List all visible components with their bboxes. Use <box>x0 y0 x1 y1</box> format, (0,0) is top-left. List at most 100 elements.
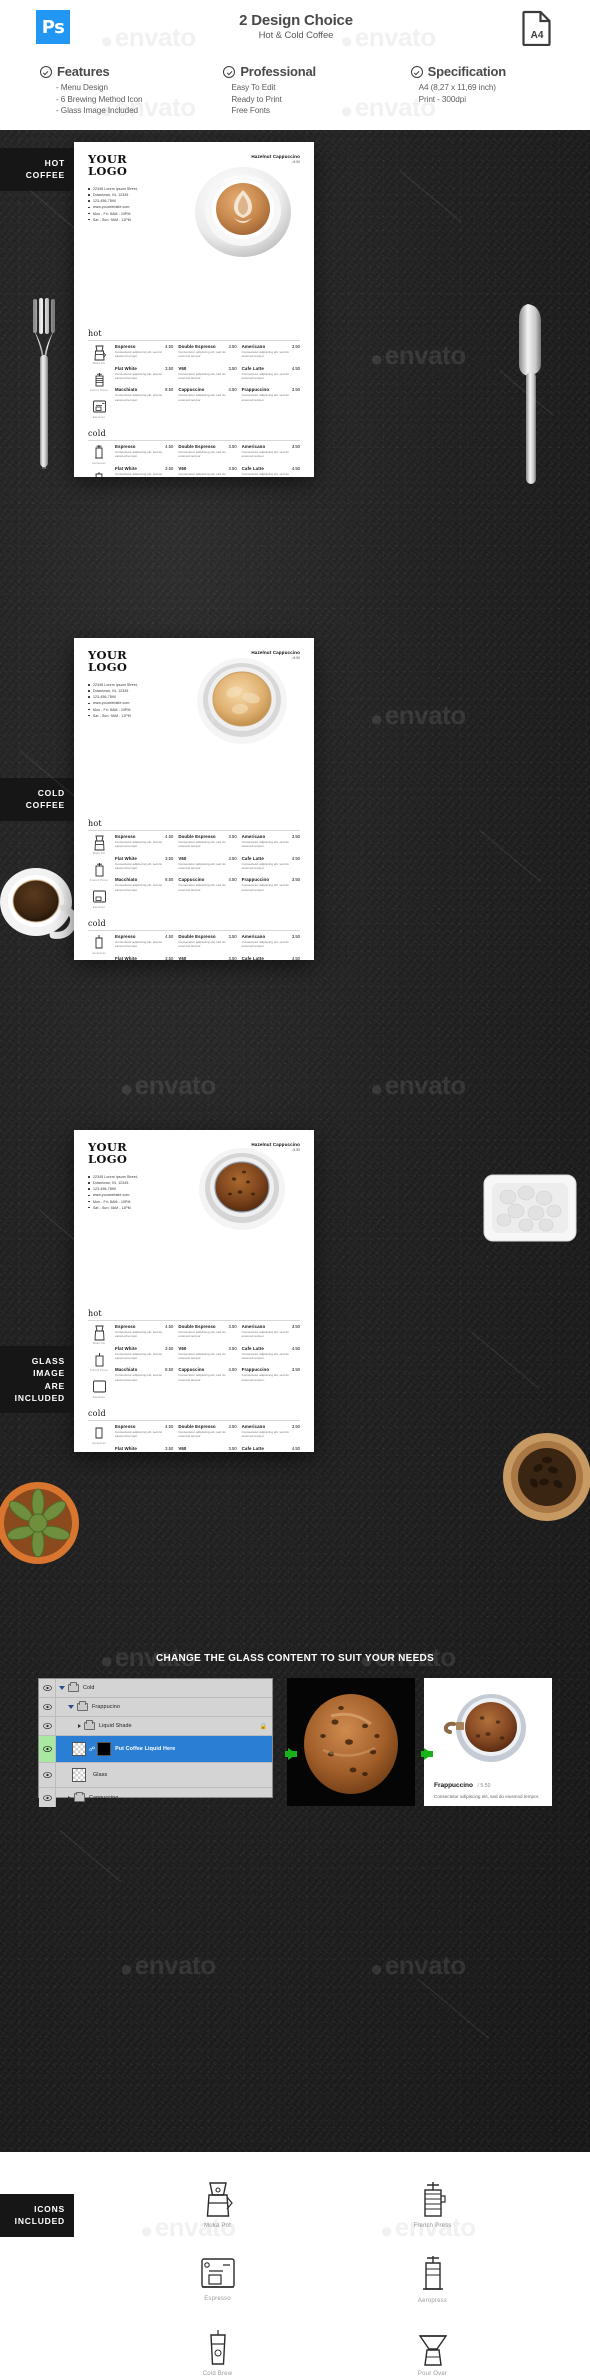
menu-item[interactable]: Frappuccino3.50Consectetur adipiscing el… <box>242 877 300 892</box>
menu-item[interactable]: Cafe Latte4.50Consectetur adipiscing eli… <box>242 466 300 477</box>
menu-item[interactable]: Cafe Latte4.50Consectetur adipiscing eli… <box>242 1346 300 1361</box>
menu-item[interactable]: Flat White3.50Consectetur adipiscing eli… <box>115 956 173 960</box>
features-list-item: - Menu Design <box>56 82 201 94</box>
layer-row[interactable]: Cold <box>39 1679 272 1698</box>
menu-item[interactable]: Macchiato8.50Consectetur adipiscing elit… <box>115 1367 173 1382</box>
brew-label: Espresso <box>88 416 110 419</box>
arrow-right-icon-2 <box>424 1748 433 1760</box>
photoshop-layers-panel[interactable]: Cold Frappucino Liquid Shade 🔒 ☍ <box>38 1678 273 1798</box>
icon-grid: Moka Pot French Press Espresso Aeropress… <box>110 2180 540 2377</box>
menu-item-name: Double Espresso <box>178 834 215 839</box>
layer-visibility-toggle[interactable] <box>39 1717 56 1735</box>
brew-method-cold-brew: Cold Brew <box>88 1451 110 1452</box>
layer-row[interactable]: Cappuccino <box>39 1788 272 1807</box>
menu-item-price: 4.50 <box>165 344 173 349</box>
menu-item[interactable]: Cafe Latte4.50Consectetur adipiscing eli… <box>242 1446 300 1452</box>
check-circle-icon <box>411 66 423 78</box>
menu-item[interactable]: Frappuccino3.50Consectetur adipiscing el… <box>242 387 300 402</box>
menu-item[interactable]: Flat White 3.50Consectetur adipiscing eli… <box>115 856 173 871</box>
layer-row[interactable]: Liquid Shade 🔒 <box>39 1717 272 1736</box>
cold-drinks-grid: Aeropress Cold Brew Pour Over Espresso4.… <box>88 444 300 477</box>
layer-visibility-toggle[interactable] <box>39 1788 56 1807</box>
expand-arrow-icon[interactable] <box>78 1724 81 1728</box>
menu-item[interactable]: V603.50Consectetur adipiscing elit, sed … <box>178 1346 236 1361</box>
menu-item[interactable]: Espresso4.50Consectetur adipiscing elit,… <box>115 934 173 949</box>
menu-item[interactable]: Double Espresso3.50Consectetur adipiscin… <box>178 934 236 949</box>
menu-item[interactable]: Espresso4.50Consectetur adipiscing elit,… <box>115 444 173 459</box>
menu-item[interactable]: V603.50Consectetur adipiscing elit, sed … <box>178 466 236 477</box>
menu-item[interactable]: Flat White3.50Consectetur adipiscing eli… <box>115 1346 173 1361</box>
menu-item[interactable]: Flat White3.50Consectetur adipiscing eli… <box>115 466 173 477</box>
menu-item[interactable]: Cappuccino4.50Consectetur adipiscing eli… <box>178 387 236 402</box>
menu-item[interactable]: Double Espresso3.50Consectetur adipiscin… <box>178 1424 236 1439</box>
menu-item[interactable]: Double Espresso3.50Consectetur adipiscin… <box>178 1324 236 1339</box>
result-price: / 5.50 <box>477 1783 490 1789</box>
menu-item[interactable]: Double Espresso3.50Consectetur adipiscin… <box>178 834 236 849</box>
menu-item[interactable]: Double Espresso3.50Consectetur adipiscin… <box>178 344 236 359</box>
layer-visibility-toggle[interactable] <box>39 1698 56 1716</box>
menu-item[interactable]: Frappuccino3.50Consectetur adipiscing el… <box>242 1367 300 1382</box>
menu-item[interactable]: Cafe Latte4.50Consectetur adipiscing eli… <box>242 366 300 381</box>
layer-visibility-toggle[interactable] <box>39 1736 56 1762</box>
menu-item-name: Cafe Latte <box>242 856 264 861</box>
menu-item[interactable]: Cafe Latte4.50Consectetur adipiscing eli… <box>242 856 300 871</box>
menu-item-name: Double Espresso <box>178 1324 215 1329</box>
menu-item[interactable]: Cappuccino4.50Consectetur adipiscing eli… <box>178 1367 236 1382</box>
section-divider <box>88 830 300 831</box>
menu-item-price: 3.50 <box>165 856 173 861</box>
menu-item-name: Double Espresso <box>178 934 215 939</box>
menu-item-desc: Consectetur adipiscing elit, sed do eius… <box>115 883 173 892</box>
menu-item-name: Cafe Latte <box>242 1346 264 1351</box>
logo-line-2: LOGO <box>88 166 190 178</box>
expand-arrow-icon[interactable] <box>68 1705 74 1709</box>
flyer-logo-block: YOUR LOGO 22345 Lorem Ipsum Street, Down… <box>88 650 190 719</box>
white-dish-prop-image <box>480 1165 580 1255</box>
watermark: envato <box>370 340 466 372</box>
menu-item[interactable]: Double Espresso3.50Consectetur adipiscin… <box>178 444 236 459</box>
layer-row[interactable]: Glass <box>39 1763 272 1788</box>
hot-col-1: Espresso4.50Consectetur adipiscing elit,… <box>115 344 173 425</box>
menu-item[interactable]: V603.50Consectetur adipiscing elit, sed … <box>178 1446 236 1452</box>
menu-item[interactable]: V603.50Consectetur adipiscing elit, sed … <box>178 856 236 871</box>
menu-flyer-glass[interactable]: YOUR LOGO 22345 Lorem Ipsum Street, Down… <box>74 1130 314 1452</box>
menu-item-name: Cappuccino <box>178 1367 204 1372</box>
menu-item[interactable]: Macchiato8.50Consectetur adipiscing elit… <box>115 877 173 892</box>
menu-flyer-hot[interactable]: YOUR LOGO 22345 Lorem Ipsum Street, Down… <box>74 142 314 477</box>
cold-col-1: Espresso4.50Consectetur adipiscing elit,… <box>115 934 173 960</box>
layer-row[interactable]: Frappucino <box>39 1698 272 1717</box>
menu-item[interactable]: Americano3.50Consectetur adipiscing elit… <box>242 834 300 849</box>
menu-item[interactable]: Americano3.50Consectetur adipiscing elit… <box>242 934 300 949</box>
layer-visibility-toggle[interactable] <box>39 1763 56 1787</box>
cold-col-2: Double Espresso3.50Consectetur adipiscin… <box>178 1424 236 1452</box>
layer-visibility-toggle[interactable] <box>39 1679 56 1697</box>
menu-item[interactable]: Flat White3.50Consectetur adipiscing eli… <box>115 366 173 381</box>
menu-item[interactable]: Americano3.50Consectetur adipiscing elit… <box>242 344 300 359</box>
layer-row-selected[interactable]: ☍ Put Coffee Liquid Here <box>39 1736 272 1763</box>
brew-method-french-press: French Press <box>88 861 110 888</box>
expand-arrow-icon[interactable] <box>68 1796 71 1800</box>
specification-list-item: A4 (8,27 x 11,69 inch) <box>419 82 576 94</box>
menu-item[interactable]: Cafe Latte4.50Consectetur adipiscing eli… <box>242 956 300 960</box>
menu-item[interactable]: Cappuccino4.50Consectetur adipiscing eli… <box>178 877 236 892</box>
menu-item[interactable]: Macchiato8.50Consectetur adipiscing elit… <box>115 387 173 402</box>
menu-item[interactable]: Flat White3.50Consectetur adipiscing eli… <box>115 1446 173 1452</box>
section-label-glass-included: GLASSIMAGE AREINCLUDED <box>0 1346 74 1413</box>
menu-item[interactable]: Espresso4.50Consectetur adipiscing elit,… <box>115 834 173 849</box>
menu-item[interactable]: Espresso4.50Consectetur adipiscing elit,… <box>115 1424 173 1439</box>
menu-item[interactable]: Espresso4.50Consectetur adipiscing elit,… <box>115 344 173 359</box>
menu-item-desc: Consectetur adipiscing elit, sed do eius… <box>115 862 173 871</box>
menu-item[interactable]: Americano3.50Consectetur adipiscing elit… <box>242 1424 300 1439</box>
menu-flyer-cold[interactable]: YOUR LOGO 22345 Lorem Ipsum Street, Down… <box>74 638 314 960</box>
menu-item-price: 3.50 <box>292 387 300 392</box>
menu-item[interactable]: V603.50Consectetur adipiscing elit, sed … <box>178 956 236 960</box>
menu-item-price: 4.50 <box>292 366 300 371</box>
menu-item[interactable]: V603.50Consectetur adipiscing elit, sed … <box>178 366 236 381</box>
menu-item-desc: Consectetur adipiscing elit, sed do eius… <box>242 862 300 871</box>
watermark: envato <box>120 1070 216 1102</box>
menu-item-name: Americano <box>242 1424 266 1429</box>
menu-item[interactable]: Espresso4.50Consectetur adipiscing elit,… <box>115 1324 173 1339</box>
menu-item[interactable]: Americano3.50Consectetur adipiscing elit… <box>242 1324 300 1339</box>
menu-item[interactable]: Americano3.50Consectetur adipiscing elit… <box>242 444 300 459</box>
menu-item-name: Flat White <box>115 856 137 861</box>
expand-arrow-icon[interactable] <box>59 1686 65 1690</box>
